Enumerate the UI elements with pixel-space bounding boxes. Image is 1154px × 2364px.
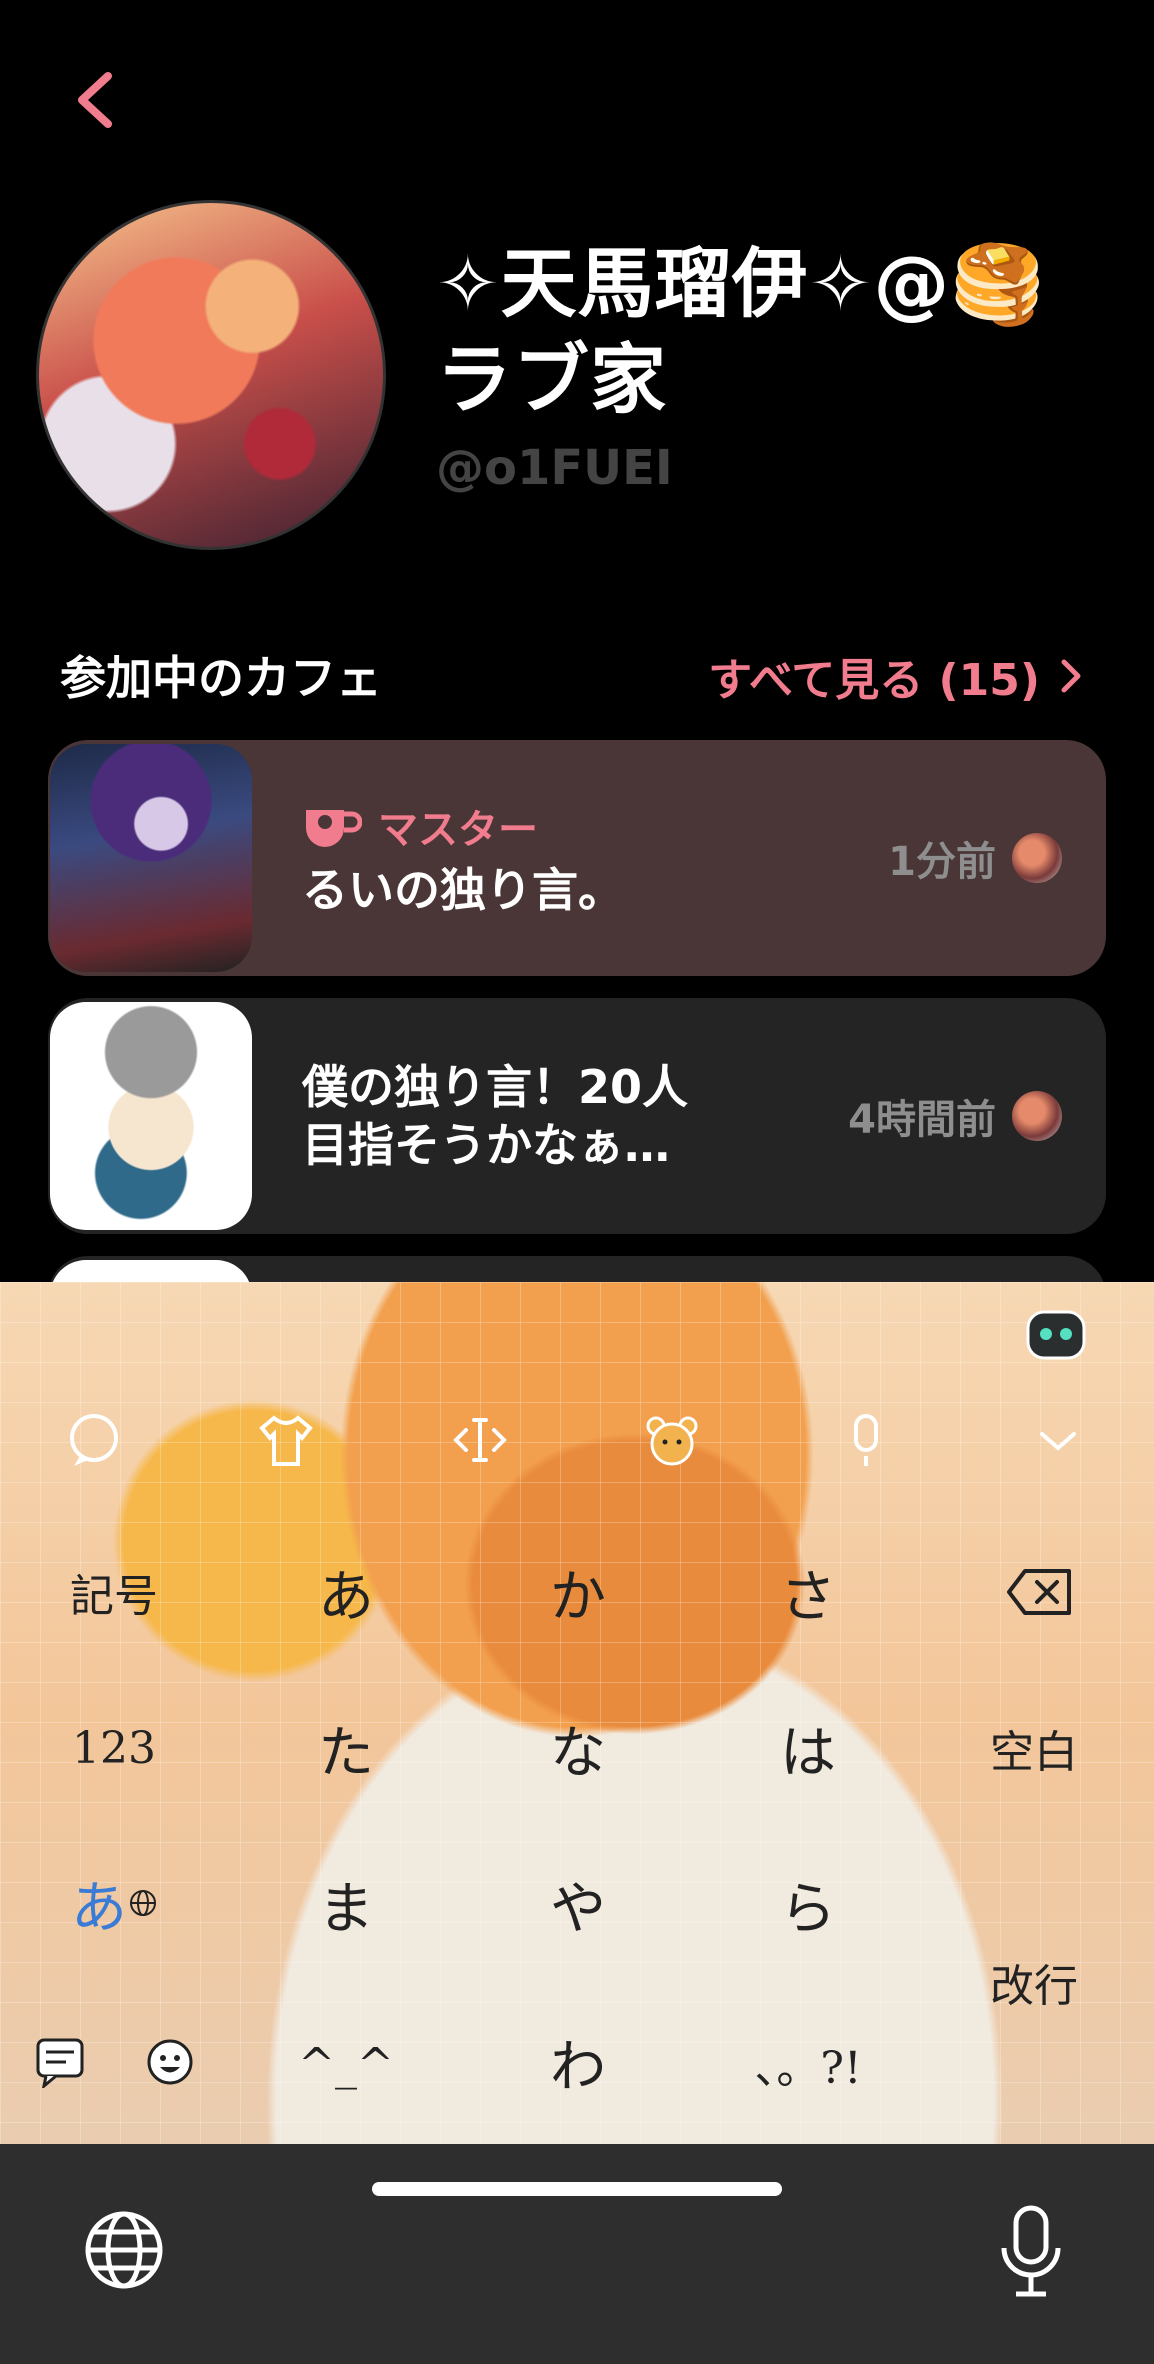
role-label: マスター [378,807,538,853]
key-sa[interactable]: さ [748,1542,868,1642]
key-wa[interactable]: わ [518,2012,638,2112]
system-keyboard-bar [0,2144,1154,2364]
cafe-title: るいの独り言。 [302,863,624,917]
robot-icon[interactable] [1024,1306,1088,1362]
chevron-right-icon [1061,659,1081,693]
back-button[interactable] [72,70,120,130]
cafe-role: マスター [302,797,888,855]
cafe-time: 1分前 [888,839,996,885]
key-space[interactable]: 空白 [954,1708,1114,1788]
key-na[interactable]: な [518,1698,638,1798]
key-kaomoji[interactable]: ^_^ [266,2024,426,2104]
key-ta[interactable]: た [286,1698,406,1798]
key-input-mode[interactable]: あ [50,1858,180,1948]
coffee-cup-icon [306,810,362,847]
collapse-keyboard-icon[interactable] [1030,1412,1086,1468]
key-ra[interactable]: ら [748,1854,868,1954]
profile-handle: @o1FUEI [436,440,673,496]
member-avatar [1012,833,1062,883]
chat-bubble-icon[interactable] [66,1412,122,1468]
backspace-key[interactable] [960,1552,1120,1632]
cafe-card[interactable]: 僕の独り言！20人 目指そうかなぁ… 4時間前 [48,998,1106,1234]
cafe-card[interactable]: マスター るいの独り言。 1分前 [48,740,1106,976]
section-title: 参加中のカフェ [60,651,382,705]
emoji-bear-icon[interactable] [644,1412,700,1468]
cursor-move-icon[interactable] [452,1412,508,1468]
key-punctuation[interactable]: 、。?! [728,2024,888,2104]
cafe-thumbnail [50,744,252,972]
cafe-title-line1: 僕の独り言！20人 [302,1060,689,1114]
chevron-left-icon [78,72,112,128]
member-avatar [1012,1091,1062,1141]
backspace-icon [1007,1569,1071,1615]
globe-icon[interactable] [84,2210,164,2290]
see-all-label: すべて見る (15) [708,655,1040,706]
key-a[interactable]: あ [286,1542,406,1642]
microphone-icon[interactable] [996,2204,1066,2300]
key-numbers[interactable]: 123 [34,1708,194,1788]
memo-key[interactable] [20,2022,100,2102]
home-indicator[interactable] [372,2182,782,2196]
key-enter[interactable]: 改行 [954,1942,1114,2022]
input-mode-label: あ [71,1875,127,1941]
profile-name: ✧天馬瑠伊✧@🥞ラブ家 [436,239,1046,424]
keyboard: 記号 あ か さ 123 た な は 空白 あ ま や ら 改行 ^_^ わ 、… [0,1282,1154,2144]
key-ya[interactable]: や [518,1854,638,1954]
profile-avatar [36,200,386,550]
emoji-key[interactable] [130,2022,210,2102]
key-ma[interactable]: ま [286,1854,406,1954]
cafe-thumbnail [50,1002,252,1230]
key-ka[interactable]: か [518,1542,638,1642]
memo-bubble-icon [36,2038,84,2088]
globe-small-icon [130,1890,156,1916]
theme-shirt-icon[interactable] [258,1412,314,1468]
key-symbols[interactable]: 記号 [34,1552,194,1632]
voice-input-icon[interactable] [838,1412,894,1468]
smiley-icon [147,2039,193,2085]
key-ha[interactable]: は [748,1698,868,1798]
cafe-title-line2: 目指そうかなぁ… [302,1118,670,1172]
see-all-link[interactable]: すべて見る (15) [708,644,1082,708]
cafe-time: 4時間前 [848,1097,996,1143]
